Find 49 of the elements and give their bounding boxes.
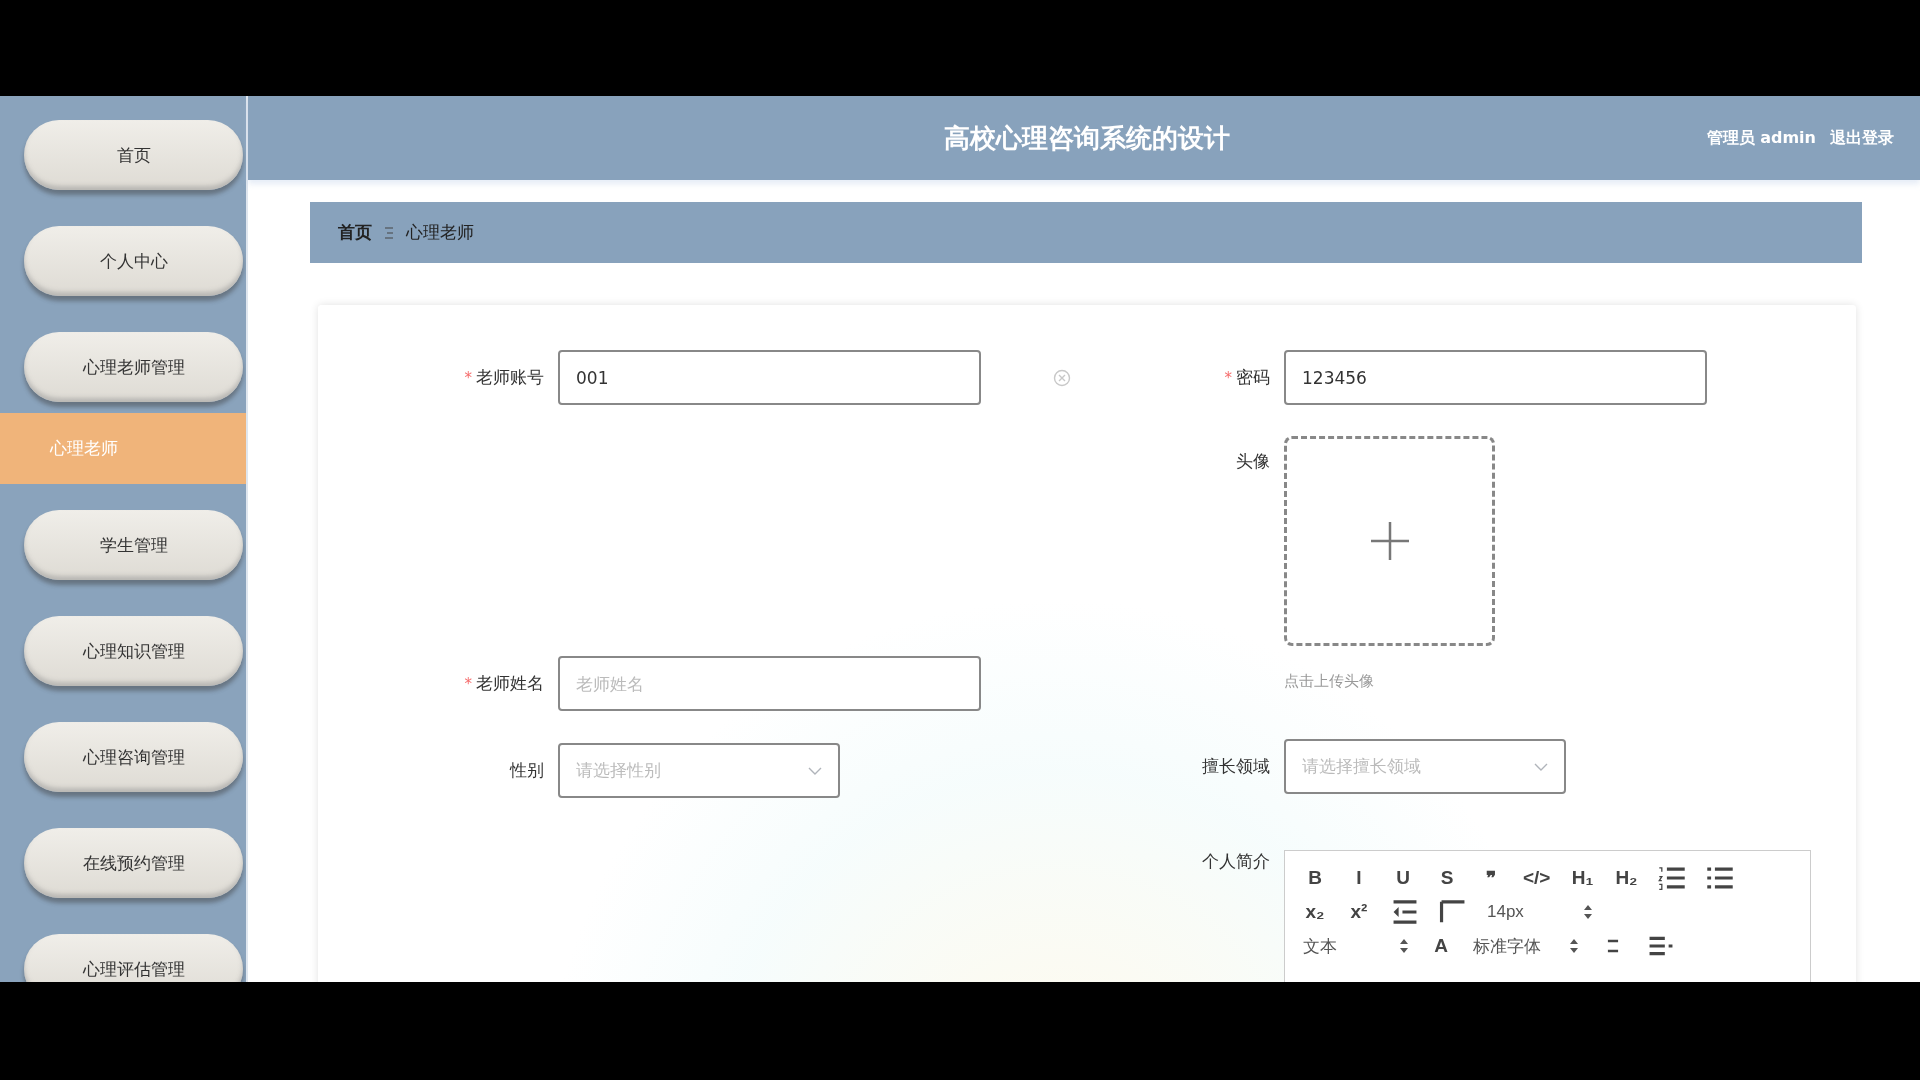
chevron-down-icon [1534,762,1548,771]
toolbar-button[interactable]: I [1345,864,1373,892]
field-label: 老师姓名 [476,672,544,695]
separator-icon [384,226,394,239]
sidebar-item[interactable]: 个人中心 [24,226,243,296]
toolbar-button[interactable]: </> [1521,864,1553,892]
required-mark: * [464,674,472,693]
input-field[interactable]: 老师姓名 [558,656,981,711]
user-label: 管理员 admin [1706,127,1816,149]
sidebar-item[interactable]: 学生管理 [24,510,243,580]
input-field[interactable]: 001 [558,350,981,405]
field-label: 老师账号 [476,366,544,389]
sidebar-item[interactable]: 心理知识管理 [24,616,243,686]
required-mark: * [1224,368,1232,387]
field-label: 性别 [510,759,544,782]
field-label: 密码 [1236,366,1270,389]
sidebar-item[interactable]: 在线预约管理 [24,828,243,898]
upload-box[interactable] [1284,436,1495,646]
breadcrumb-item: 心理老师 [406,221,474,244]
toolbar-button[interactable]: H₁ [1568,864,1597,892]
upload-hint: 点击上传头像 [1284,672,1375,691]
toolbar-button[interactable]: B [1301,864,1329,892]
toolbar-button[interactable]: x² [1345,898,1373,926]
toolbar-button[interactable]: x₂ [1301,898,1329,926]
app-title: 高校心理咨询系统的设计 [943,121,1232,155]
chevron-down-icon [808,766,822,775]
toolbar-button[interactable]: U [1389,864,1417,892]
sort-caret-icon [1569,938,1579,954]
input-field[interactable]: 123456 [1284,350,1707,405]
toolbar-button[interactable]: A [1427,932,1455,960]
toolbar-select[interactable]: 文本 [1301,932,1411,960]
breadcrumb-item[interactable]: 首页 [338,221,372,244]
sort-caret-icon [1583,904,1593,920]
plus-icon [1370,522,1409,560]
toolbar-button[interactable]: ❞ [1477,864,1505,892]
sidebar-item[interactable]: 心理咨询管理 [24,722,243,792]
field-label: 头像 [1236,449,1270,473]
sort-caret-icon [1399,938,1409,954]
toolbar-button[interactable]: H₂ [1612,864,1641,892]
field-label: 擅长领域 [1202,755,1270,778]
sidebar-item[interactable]: 首页 [24,120,243,190]
toolbar-button[interactable]: S [1433,864,1461,892]
required-mark: * [464,368,472,387]
rich-text-editor[interactable]: B I U S ❞ </> H₁ H₂ x₂ x² 14px 文本 A 标准字体 [1284,850,1811,982]
field-label: 个人简介 [1202,850,1270,873]
sidebar-item[interactable]: 心理评估管理 [24,934,243,982]
toolbar-select[interactable]: 标准字体 [1471,932,1581,960]
sidebar-item[interactable]: 心理老师管理 [24,332,243,402]
toolbar-select[interactable]: 14px [1485,898,1595,926]
